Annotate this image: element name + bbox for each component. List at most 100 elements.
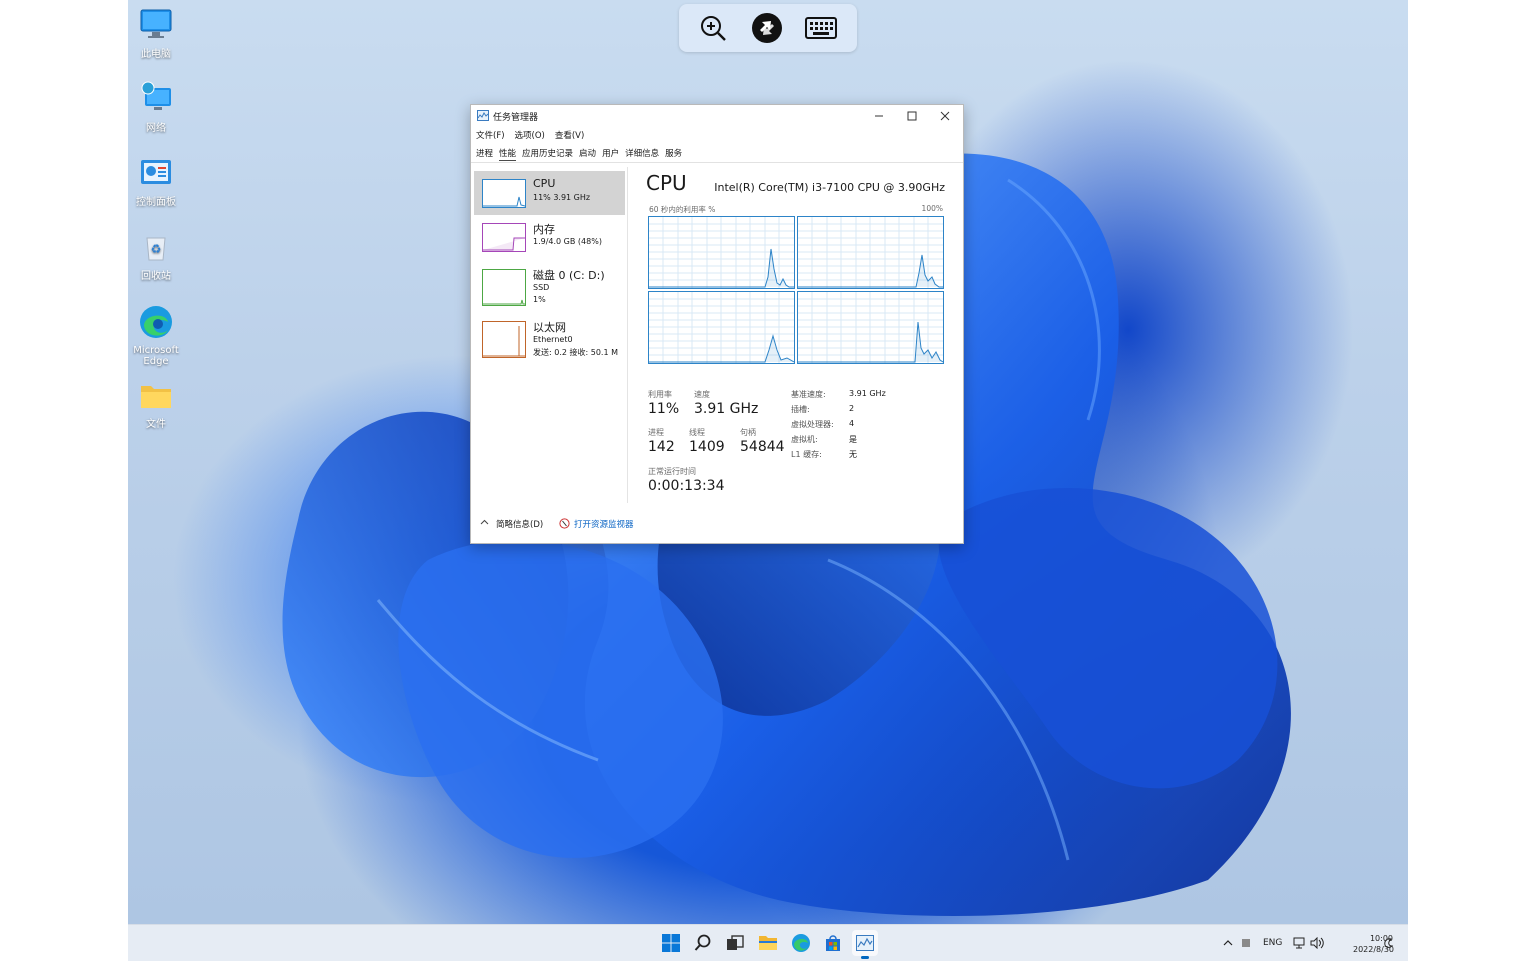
task-manager-app-icon bbox=[477, 110, 489, 124]
graph-caption: 60 秒内的利用率 % bbox=[649, 205, 716, 214]
task-manager-icon[interactable] bbox=[852, 930, 878, 959]
desktop-icon-edge[interactable]: Microsoft Edge bbox=[128, 304, 184, 367]
resource-list: CPU 11% 3.91 GHz 内存 1.9/4.0 GB (48%) 磁盘 … bbox=[471, 167, 627, 505]
utilization-label: 利用率 bbox=[648, 390, 672, 399]
show-hidden-icons-chevron-icon[interactable] bbox=[1223, 925, 1233, 961]
resource-item-ethernet[interactable]: 以太网 Ethernet0 发送: 0.2 接收: 50.1 M bbox=[474, 313, 625, 358]
core-graph-svg bbox=[798, 217, 943, 288]
folder-icon bbox=[128, 382, 184, 413]
menu-options[interactable]: 选项(O) bbox=[515, 129, 545, 143]
tab-strip: 进程 性能 应用历史记录 启动 用户 详细信息 服务 bbox=[476, 147, 682, 161]
ethernet-thumbnail-graph bbox=[482, 321, 526, 358]
desktop-icon-control-panel[interactable]: 控制面板 bbox=[128, 158, 184, 208]
menu-bar: 文件(F) 选项(O) 查看(V) bbox=[476, 129, 584, 143]
cpu-core-graph-2 bbox=[648, 291, 795, 364]
desktop-icon-this-pc[interactable]: 此电脑 bbox=[128, 8, 184, 60]
menu-file[interactable]: 文件(F) bbox=[476, 129, 505, 143]
resource-name: CPU bbox=[533, 177, 556, 190]
property-label: 虚拟机: bbox=[791, 435, 818, 444]
property-value: 4 bbox=[849, 419, 855, 428]
desktop-icon-label: 网络 bbox=[146, 123, 166, 134]
resource-item-cpu[interactable]: CPU 11% 3.91 GHz bbox=[474, 171, 625, 215]
utilization-value: 11% bbox=[648, 401, 680, 417]
property-value: 是 bbox=[849, 435, 857, 444]
search-icon[interactable] bbox=[690, 930, 716, 956]
close-icon bbox=[940, 111, 950, 121]
desktop-icon-files[interactable]: 文件 bbox=[128, 382, 184, 430]
speed-label: 速度 bbox=[694, 390, 710, 399]
task-manager-window: 任务管理器 文件(F) 选项(O) 查看(V) 进程 性能 应用历史记录 启动 … bbox=[470, 104, 964, 544]
fewer-details-link[interactable]: 简略信息(D) bbox=[496, 518, 543, 530]
cpu-core-graph-3 bbox=[797, 291, 944, 364]
keyboard-icon[interactable] bbox=[805, 12, 837, 44]
tab-app-history[interactable]: 应用历史记录 bbox=[522, 147, 573, 161]
open-resource-monitor-link[interactable]: 打开资源监视器 bbox=[574, 518, 634, 530]
network-status-icon[interactable] bbox=[1293, 925, 1307, 961]
language-indicator[interactable]: ENG bbox=[1263, 925, 1282, 961]
minimize-icon bbox=[875, 115, 883, 117]
tray-app-icon[interactable] bbox=[1241, 925, 1251, 961]
edge-icon[interactable] bbox=[788, 930, 814, 956]
menu-view[interactable]: 查看(V) bbox=[555, 129, 584, 143]
tab-services[interactable]: 服务 bbox=[665, 147, 682, 161]
maximize-icon bbox=[907, 111, 917, 121]
remote-toolbar bbox=[679, 4, 857, 52]
cpu-thumbnail-graph bbox=[482, 179, 526, 208]
chevron-up-icon[interactable] bbox=[480, 518, 489, 530]
remote-connection-icon[interactable] bbox=[751, 12, 783, 44]
volume-icon[interactable] bbox=[1310, 925, 1324, 961]
title-bar[interactable]: 任务管理器 bbox=[471, 105, 963, 127]
tab-performance[interactable]: 性能 bbox=[499, 147, 517, 161]
handles-label: 句柄 bbox=[740, 428, 756, 437]
tab-startup[interactable]: 启动 bbox=[579, 147, 596, 161]
edge-icon bbox=[128, 304, 184, 343]
resource-item-disk[interactable]: 磁盘 0 (C: D:) SSD 1% bbox=[474, 261, 625, 306]
core-graph-svg bbox=[649, 217, 794, 288]
threads-label: 线程 bbox=[689, 428, 705, 437]
store-icon[interactable] bbox=[820, 930, 846, 956]
property-label: L1 缓存: bbox=[791, 450, 822, 459]
speed-value: 3.91 GHz bbox=[694, 401, 759, 417]
minimize-button[interactable] bbox=[863, 105, 895, 127]
maximize-button[interactable] bbox=[896, 105, 928, 127]
resource-summary: 11% 3.91 GHz bbox=[533, 193, 591, 202]
network-icon bbox=[128, 80, 184, 117]
task-view-icon[interactable] bbox=[722, 930, 748, 956]
core-graph-svg bbox=[649, 292, 795, 363]
zoom-in-icon[interactable] bbox=[697, 12, 729, 44]
resource-summary: 1.9/4.0 GB (48%) bbox=[533, 237, 602, 246]
threads-value: 1409 bbox=[689, 439, 725, 455]
handles-value: 54844 bbox=[740, 439, 785, 455]
uptime-label: 正常运行时间 bbox=[648, 467, 696, 476]
resource-name: 内存 bbox=[533, 223, 555, 236]
property-label: 虚拟处理器: bbox=[791, 420, 834, 429]
tab-users[interactable]: 用户 bbox=[602, 147, 619, 161]
property-label: 基准速度: bbox=[791, 390, 826, 399]
tab-details[interactable]: 详细信息 bbox=[625, 147, 659, 161]
desktop-icon-network[interactable]: 网络 bbox=[128, 80, 184, 134]
file-explorer-icon[interactable] bbox=[755, 930, 781, 956]
resource-item-memory[interactable]: 内存 1.9/4.0 GB (48%) bbox=[474, 215, 625, 259]
tab-divider bbox=[471, 162, 963, 163]
window-title: 任务管理器 bbox=[493, 113, 539, 123]
property-value: 3.91 GHz bbox=[849, 389, 886, 398]
close-button[interactable] bbox=[929, 105, 961, 127]
cpu-core-graph-0 bbox=[648, 216, 795, 289]
resource-summary: 发送: 0.2 接收: 50.1 M bbox=[533, 348, 618, 357]
start-icon[interactable] bbox=[658, 930, 684, 956]
desktop-icon-label: Microsoft Edge bbox=[133, 345, 179, 367]
cpu-model-name: Intel(R) Core(TM) i3-7100 CPU @ 3.90GHz bbox=[714, 181, 945, 194]
cpu-core-graph-1 bbox=[797, 216, 944, 289]
uptime-value: 0:00:13:34 bbox=[648, 478, 725, 494]
graph-max-label: 100% bbox=[921, 204, 943, 213]
resource-summary: 1% bbox=[533, 295, 546, 304]
resource-name: 以太网 bbox=[533, 321, 566, 334]
cpu-detail-pane: CPU Intel(R) Core(TM) i3-7100 CPU @ 3.90… bbox=[628, 167, 963, 507]
desktop-icon-label: 控制面板 bbox=[136, 197, 176, 208]
svg-text:♻: ♻ bbox=[151, 242, 162, 256]
desktop-icon-recycle-bin[interactable]: ♻ 回收站 bbox=[128, 232, 184, 282]
resource-monitor-icon[interactable] bbox=[559, 518, 570, 532]
monitor-icon bbox=[128, 8, 184, 43]
notification-icon[interactable] bbox=[1382, 925, 1394, 961]
tab-processes[interactable]: 进程 bbox=[476, 147, 493, 161]
